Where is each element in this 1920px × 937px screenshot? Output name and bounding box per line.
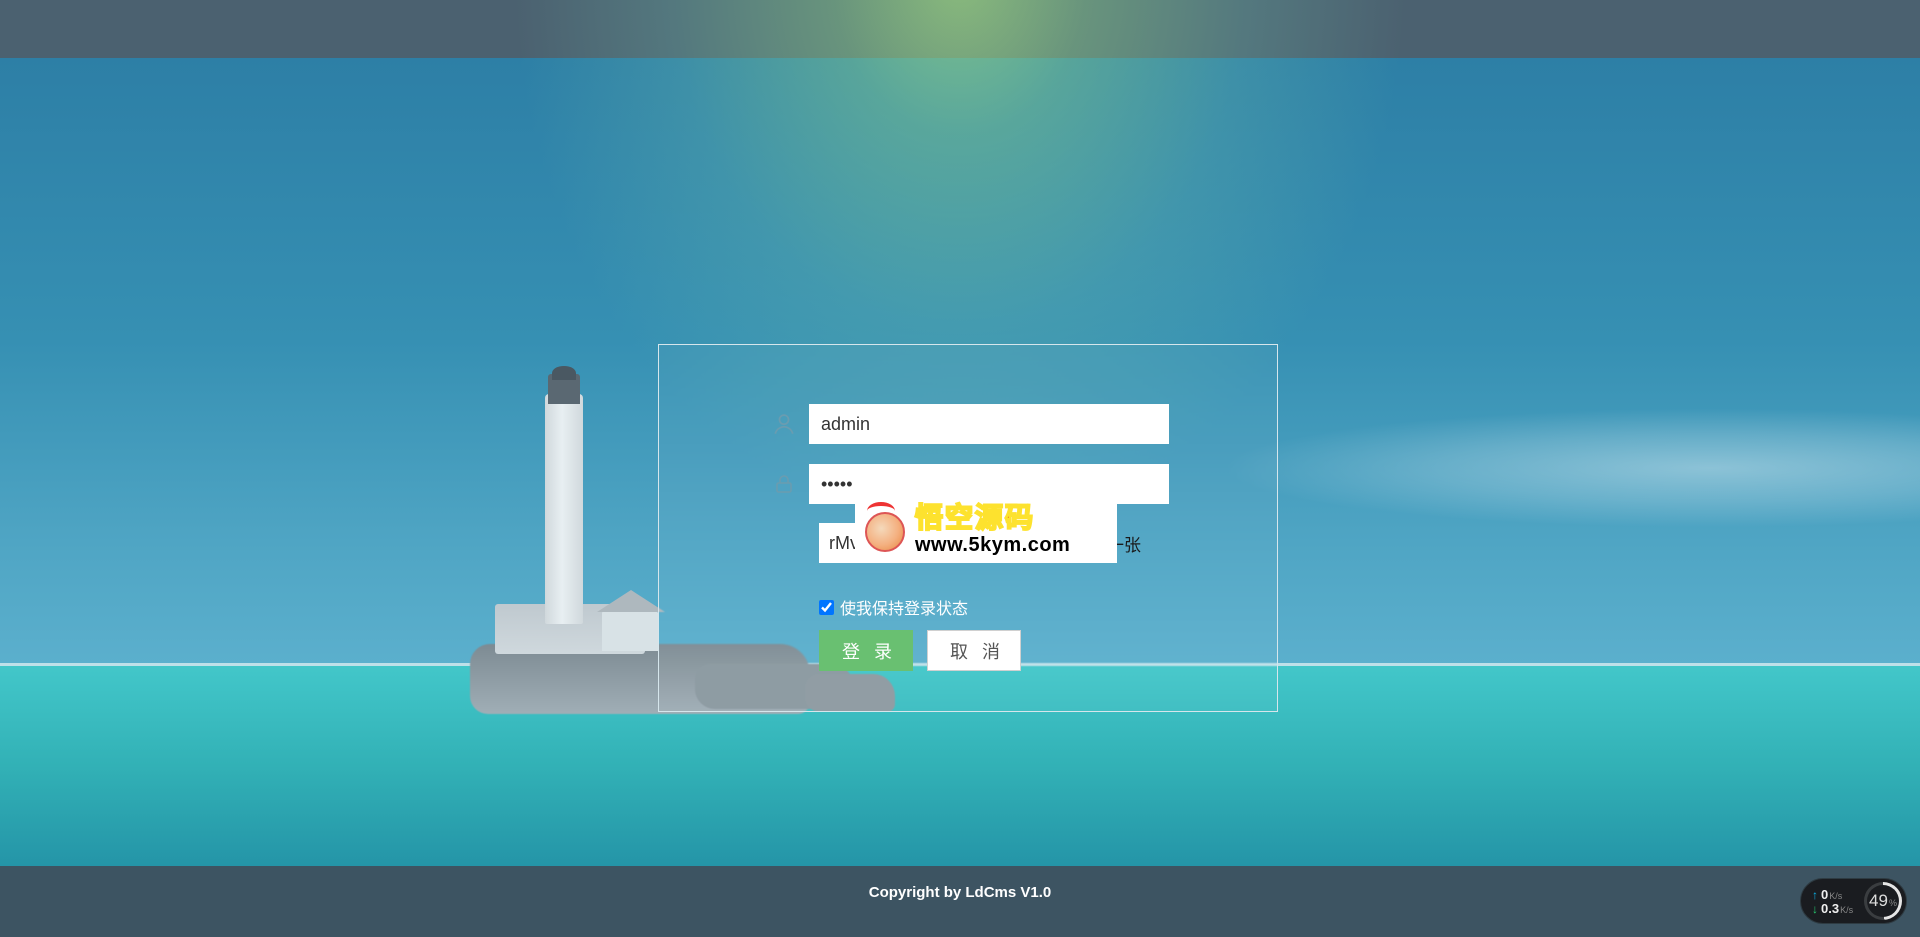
cpu-gauge: 49 % xyxy=(1864,882,1902,920)
watermark-overlay: 悟空源码 www.5kym.com xyxy=(855,497,1117,563)
main-background: 不清，换一张 悟空源码 www.5kym.com 使我保持登录状态 登录 取消 xyxy=(0,58,1920,866)
remember-me-label[interactable]: 使我保持登录状态 xyxy=(819,595,968,619)
login-panel: 不清，换一张 悟空源码 www.5kym.com 使我保持登录状态 登录 取消 xyxy=(658,344,1278,712)
login-button[interactable]: 登录 xyxy=(819,630,913,671)
watermark-url: www.5kym.com xyxy=(915,534,1070,557)
cancel-button[interactable]: 取消 xyxy=(927,630,1021,671)
top-bar xyxy=(0,0,1920,58)
lock-icon xyxy=(759,472,809,496)
upload-arrow-icon: ↑ xyxy=(1812,889,1818,901)
cpu-percent-value: 49 xyxy=(1869,885,1888,917)
download-arrow-icon: ↓ xyxy=(1812,903,1818,915)
remember-me-text: 使我保持登录状态 xyxy=(840,595,968,619)
clouds-bg xyxy=(1220,408,1920,528)
network-widget[interactable]: ↑ 0 K/s ↓ 0.3 K/s 49 % xyxy=(1800,878,1907,924)
username-input[interactable] xyxy=(809,404,1169,444)
upload-speed: ↑ 0 K/s xyxy=(1812,888,1853,901)
watermark-brand: 悟空源码 xyxy=(915,504,1070,532)
monkey-icon xyxy=(861,508,909,556)
user-icon xyxy=(759,411,809,437)
download-speed: ↓ 0.3 K/s xyxy=(1812,902,1853,915)
footer: Copyright by LdCms V1.0 xyxy=(0,866,1920,937)
copyright-text: Copyright by LdCms V1.0 xyxy=(869,884,1052,901)
remember-me-checkbox[interactable] xyxy=(819,600,834,615)
